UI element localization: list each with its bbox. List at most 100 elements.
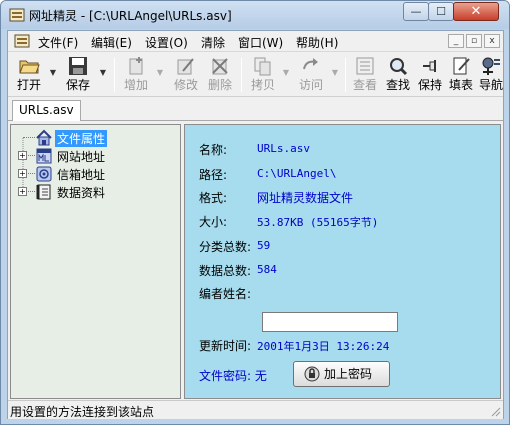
tree-item-mailboxes[interactable]: + 信箱地址 — [11, 165, 181, 183]
author-name-input[interactable] — [262, 312, 398, 332]
close-button[interactable]: ✕ — [453, 2, 499, 21]
house-icon — [36, 129, 52, 146]
toolbar: 打开 ▼ 保存 ▼ 增加 ▼ 修改 删除 拷贝 ▼ 访问 ▼ 查看 查找 保持 … — [8, 53, 503, 97]
tree-expander[interactable]: + — [18, 169, 27, 178]
save-dropdown-arrow[interactable]: ▼ — [98, 68, 108, 78]
save-button[interactable]: 保存 — [61, 55, 95, 95]
updated-row: 更新时间: 2001年1月3日 13:26:24 — [199, 337, 389, 357]
status-bar: 用设置的方法连接到该站点 — [8, 400, 503, 419]
pin-icon — [423, 60, 436, 72]
categories-label: 分类总数: — [199, 240, 252, 254]
tab-urls-asv[interactable]: URLs.asv — [12, 100, 81, 121]
menu-settings[interactable]: 设置(O) — [145, 34, 188, 51]
fill-form-button[interactable]: 填表 — [444, 55, 478, 95]
view-label: 查看 — [352, 78, 377, 92]
view-button[interactable]: 查看 — [348, 55, 382, 95]
tree-connector — [23, 137, 35, 138]
fill-form-icon — [453, 57, 470, 75]
format-label: 格式: — [199, 191, 228, 205]
tree-item-websites[interactable]: + 网站地址 — [11, 147, 181, 165]
tree-connector — [28, 191, 35, 192]
mdi-close-button[interactable]: x — [484, 34, 500, 48]
tree-expander[interactable]: + — [18, 187, 27, 196]
mdi-restore-button[interactable]: ▫ — [466, 34, 482, 48]
open-dropdown-arrow[interactable]: ▼ — [48, 68, 58, 78]
copy-button[interactable]: 拷贝 — [246, 55, 280, 95]
add-password-button[interactable]: 加上密码 — [293, 361, 390, 387]
navigate-icon — [482, 57, 500, 75]
tree-item-label: 文件属性 — [55, 130, 108, 147]
name-value: URLs.asv — [257, 142, 310, 155]
navigate-button[interactable]: 导航 — [474, 55, 508, 95]
open-label: 打开 — [16, 78, 41, 92]
delete-icon — [212, 58, 228, 75]
resize-grip-icon[interactable] — [489, 405, 501, 417]
menu-edit[interactable]: 编辑(E) — [91, 34, 132, 51]
maximize-button[interactable]: ☐ — [428, 2, 454, 21]
categories-row: 分类总数: 59 — [199, 238, 270, 258]
delete-label: 删除 — [207, 78, 232, 92]
records-row: 数据总数: 584 — [199, 262, 277, 282]
menu-window[interactable]: 窗口(W) — [238, 34, 283, 51]
author-row: 编者姓名: — [199, 285, 251, 305]
pin-button[interactable]: 保持 — [413, 55, 447, 95]
find-icon — [390, 58, 408, 76]
document-tab-strip: URLs.asv — [8, 98, 503, 121]
lock-icon — [304, 366, 320, 382]
status-text: 用设置的方法连接到该站点 — [10, 405, 155, 419]
website-icon — [36, 148, 52, 164]
password-status: 文件密码: 无 — [199, 369, 267, 383]
visit-dropdown-arrow[interactable]: ▼ — [330, 68, 340, 78]
menu-file[interactable]: 文件(F) — [38, 34, 78, 51]
delete-button[interactable]: 删除 — [203, 55, 237, 95]
updated-value: 2001年1月3日 13:26:24 — [257, 340, 390, 353]
toolbar-separator — [114, 58, 115, 92]
open-button[interactable]: 打开 — [12, 55, 46, 95]
edit-label: 修改 — [173, 78, 198, 92]
path-value: C:\URLAngel\ — [257, 167, 337, 180]
tree-item-data[interactable]: + 数据资料 — [11, 183, 181, 201]
category-tree: 文件属性 + 网站地址 + 信箱地址 + 数据资料 — [10, 124, 181, 399]
size-label: 大小: — [199, 215, 228, 229]
mailbox-icon — [36, 166, 52, 182]
updated-label: 更新时间: — [199, 339, 252, 353]
copy-icon — [254, 57, 271, 76]
visit-icon — [303, 58, 318, 70]
path-label: 路径: — [199, 168, 228, 182]
app-icon — [9, 8, 25, 22]
visit-button[interactable]: 访问 — [294, 55, 328, 95]
find-button[interactable]: 查找 — [381, 55, 415, 95]
client-area: 文件(F) 编辑(E) 设置(O) 清除 窗口(W) 帮助(H) _ ▫ x 打… — [7, 30, 504, 419]
minimize-button[interactable]: — — [403, 2, 429, 21]
menu-clear[interactable]: 清除 — [201, 34, 225, 51]
mdi-minimize-button[interactable]: _ — [448, 34, 464, 48]
add-button[interactable]: 增加 — [119, 55, 153, 95]
name-row: 名称: URLs.asv — [199, 141, 310, 161]
menu-help[interactable]: 帮助(H) — [296, 34, 338, 51]
author-label: 编者姓名: — [199, 287, 252, 301]
tree-expander[interactable]: + — [18, 151, 27, 160]
size-value: 53.87KB (55165字节) — [257, 216, 379, 229]
visit-label: 访问 — [298, 78, 323, 92]
open-folder-icon — [19, 60, 40, 74]
edit-button[interactable]: 修改 — [169, 55, 203, 95]
tree-connector — [28, 155, 35, 156]
edit-icon — [177, 58, 194, 75]
copy-dropdown-arrow[interactable]: ▼ — [281, 68, 291, 78]
add-dropdown-arrow[interactable]: ▼ — [155, 68, 165, 78]
categories-value: 59 — [257, 239, 271, 252]
view-icon — [356, 57, 374, 75]
menu-bar: 文件(F) 编辑(E) 设置(O) 清除 窗口(W) 帮助(H) _ ▫ x — [8, 31, 503, 52]
fill-form-label: 填表 — [448, 78, 473, 92]
tree-item-file-properties[interactable]: 文件属性 — [11, 129, 181, 147]
tree-item-label: 数据资料 — [57, 186, 106, 200]
size-row: 大小: 53.87KB (55165字节) — [199, 213, 378, 233]
save-disk-icon — [69, 57, 87, 75]
navigate-label: 导航 — [478, 78, 503, 92]
title-bar[interactable]: 网址精灵 - [C:\URLAngel\URLs.asv] — ☐ ✕ — [1, 1, 509, 29]
records-value: 584 — [257, 263, 277, 276]
document-icon[interactable] — [14, 34, 30, 48]
window-title: 网址精灵 - [C:\URLAngel\URLs.asv] — [29, 9, 232, 23]
name-label: 名称: — [199, 143, 228, 157]
add-password-label: 加上密码 — [324, 367, 373, 381]
